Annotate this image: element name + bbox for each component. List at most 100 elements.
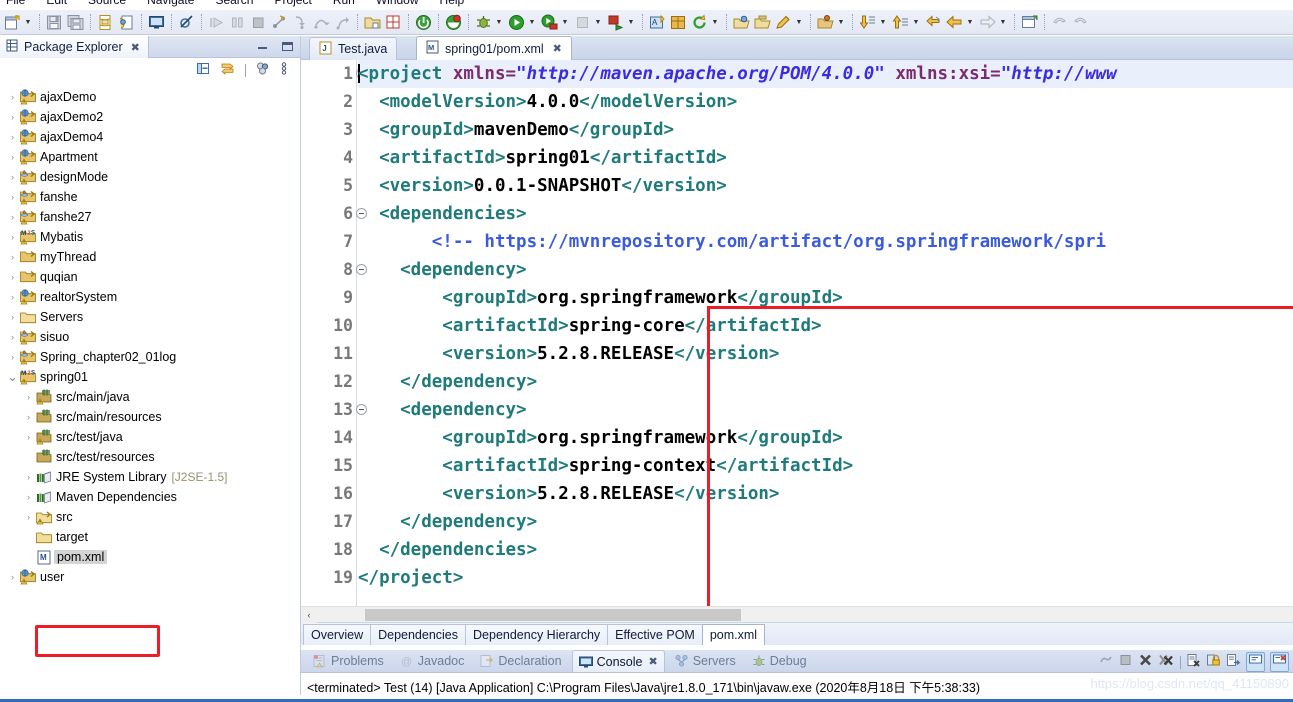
new-icon[interactable] <box>3 13 22 32</box>
run-last-icon[interactable] <box>606 13 625 32</box>
console-tab-declaration[interactable]: Declaration <box>474 650 567 672</box>
chevron-right-icon[interactable]: › <box>6 572 19 582</box>
chevron-right-icon[interactable]: › <box>6 172 19 182</box>
editor-horizontal-scrollbar[interactable]: ‹ <box>301 606 1293 623</box>
tree-item-fanshe27[interactable]: › fanshe27 <box>0 207 300 227</box>
console-tab-javadoc[interactable]: @ Javadoc <box>394 650 471 672</box>
open-task-icon[interactable] <box>753 13 772 32</box>
open-console-icon[interactable] <box>147 13 166 32</box>
code-line[interactable]: <artifactId>spring01</artifactId> <box>358 144 1293 172</box>
code-line[interactable]: <version>0.0.1-SNAPSHOT</version> <box>358 172 1293 200</box>
word-wrap-icon[interactable] <box>1226 653 1241 672</box>
tree-item-src-main-java[interactable]: › src/main/java <box>0 387 300 407</box>
stop-dropdown-arrow-icon[interactable]: ▼ <box>593 13 603 31</box>
remove-all-launches-icon[interactable] <box>1158 653 1175 672</box>
tree-item-jre-system-library[interactable]: › JRE System Library [J2SE-1.5] <box>0 467 300 487</box>
next-annotation-dropdown-arrow-icon[interactable]: ▼ <box>878 13 888 31</box>
back-icon[interactable] <box>945 13 964 32</box>
run-dropdown-arrow-icon[interactable]: ▼ <box>527 13 537 31</box>
tree-item-quqian[interactable]: › quqian <box>0 267 300 287</box>
disconnect-icon[interactable] <box>270 13 289 32</box>
open-type-icon[interactable] <box>732 13 751 32</box>
chevron-right-icon[interactable]: › <box>6 352 19 362</box>
menu-window[interactable]: Window <box>374 0 421 7</box>
tree-item-src-test-resources[interactable]: src/test/resources <box>0 447 300 467</box>
console-tab-close-icon[interactable]: ✖ <box>648 655 657 668</box>
tree-item-designmode[interactable]: › designMode <box>0 167 300 187</box>
resume-icon[interactable] <box>207 13 226 32</box>
form-tab-effective-pom[interactable]: Effective POM <box>607 624 703 645</box>
form-tab-pom-xml[interactable]: pom.xml <box>701 624 766 645</box>
form-tab-overview[interactable]: Overview <box>303 624 372 645</box>
code-line[interactable]: </project> <box>358 564 1293 592</box>
tree-item-spring-chapter02-01log[interactable]: › Spring_chapter02_01log <box>0 347 300 367</box>
new-package-icon[interactable] <box>669 13 688 32</box>
next-annotation-icon[interactable] <box>858 13 877 32</box>
editor-tab-spring01-pom-xml[interactable]: Mspring01/pom.xml ✖ <box>416 36 572 61</box>
code-editor[interactable]: 1 2 3 4 5 6 7 8 9 10 11 12 13 14 15 16 17 18 19 <project x… <box>301 60 1293 606</box>
debug-icon[interactable] <box>474 13 493 32</box>
code-lines[interactable]: <project xmlns="http://maven.apache.org/… <box>358 60 1293 606</box>
step-over-icon[interactable] <box>312 13 331 32</box>
chevron-right-icon[interactable]: › <box>22 412 35 422</box>
tree-item-target[interactable]: target <box>0 527 300 547</box>
new-class-icon[interactable] <box>384 13 403 32</box>
clear-console-icon[interactable] <box>1186 653 1201 672</box>
save-all-icon[interactable] <box>66 13 85 32</box>
tree-item-realtorsystem[interactable]: › realtorSystem <box>0 287 300 307</box>
search-icon[interactable] <box>774 13 793 32</box>
tree-item-fanshe[interactable]: › fanshe <box>0 187 300 207</box>
tree-item-servers[interactable]: › Servers <box>0 307 300 327</box>
minimize-button[interactable] <box>256 39 269 57</box>
chevron-right-icon[interactable]: › <box>6 312 19 322</box>
tree-item-pom-xml[interactable]: Mpom.xml <box>0 547 300 567</box>
last-edit-location-icon[interactable] <box>924 13 943 32</box>
console-tab-console[interactable]: Console ✖ <box>571 650 665 672</box>
tree-item-src[interactable]: › src <box>0 507 300 527</box>
tree-item-user[interactable]: › user <box>0 567 300 587</box>
tree-item-src-test-java[interactable]: › src/test/java <box>0 427 300 447</box>
maximize-button[interactable] <box>281 39 294 57</box>
previous-annotation-icon[interactable] <box>891 13 910 32</box>
scroll-left-arrow-icon[interactable]: ‹ <box>301 606 317 623</box>
chevron-right-icon[interactable]: › <box>22 512 35 522</box>
step-return-icon[interactable] <box>333 13 352 32</box>
tree-item-ajaxdemo[interactable]: › ajaxDemo <box>0 87 300 107</box>
menu-navigate[interactable]: Navigate <box>145 0 196 7</box>
view-menu-filters-icon[interactable] <box>255 61 271 81</box>
run-server-icon[interactable] <box>540 13 559 32</box>
save-icon[interactable] <box>45 13 64 32</box>
menu-edit[interactable]: Edit <box>44 0 69 7</box>
step-into-icon[interactable] <box>291 13 310 32</box>
tree-item-ajaxdemo4[interactable]: › ajaxDemo4 <box>0 127 300 147</box>
view-menu-icon[interactable] <box>280 61 288 81</box>
chevron-right-icon[interactable]: › <box>22 392 35 402</box>
run-icon[interactable] <box>507 13 526 32</box>
run-server-dropdown-arrow-icon[interactable]: ▼ <box>560 13 570 31</box>
chevron-right-icon[interactable]: › <box>22 492 35 502</box>
forward-dropdown-arrow-icon[interactable]: ▼ <box>998 13 1008 31</box>
chevron-right-icon[interactable]: › <box>6 332 19 342</box>
terminate-icon[interactable] <box>249 13 268 32</box>
debug-dropdown-arrow-icon[interactable]: ▼ <box>494 13 504 31</box>
open-resource-dropdown-arrow-icon[interactable]: ▼ <box>836 13 846 31</box>
remove-launch-icon[interactable] <box>1138 653 1153 672</box>
menu-search[interactable]: Search <box>213 0 255 7</box>
form-tab-dependencies[interactable]: Dependencies <box>370 624 467 645</box>
search-dropdown-arrow-icon[interactable]: ▼ <box>794 13 804 31</box>
chevron-right-icon[interactable]: › <box>6 152 19 162</box>
menu-run[interactable]: Run <box>331 0 357 7</box>
console-tab-servers[interactable]: Servers <box>669 650 742 672</box>
open-resource-icon[interactable] <box>816 13 835 32</box>
chevron-right-icon[interactable]: › <box>22 432 35 442</box>
form-tab-dependency-hierarchy[interactable]: Dependency Hierarchy <box>465 624 609 645</box>
print-icon[interactable] <box>96 13 115 32</box>
code-line[interactable]: <version>5.2.8.RELEASE</version> <box>358 480 1293 508</box>
terminate-all-icon[interactable] <box>1098 653 1113 672</box>
code-line[interactable]: <dependency> <box>358 256 1293 284</box>
scrollbar-thumb[interactable] <box>365 608 741 621</box>
editor-tab-close-icon[interactable]: ✖ <box>553 42 562 55</box>
code-line[interactable]: <!-- https://mvnrepository.com/artifact/… <box>358 228 1293 256</box>
tree-item-ajaxdemo2[interactable]: › ajaxDemo2 <box>0 107 300 127</box>
forward-icon[interactable] <box>978 13 997 32</box>
